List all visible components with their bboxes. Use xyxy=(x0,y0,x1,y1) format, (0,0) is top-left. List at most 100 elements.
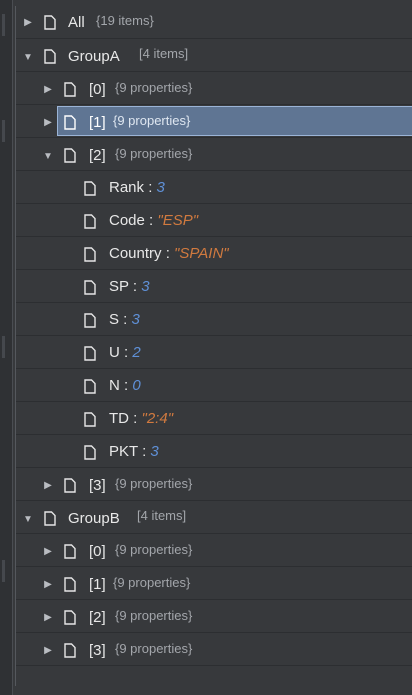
node-meta: {9 properties} xyxy=(113,113,191,128)
property-row-rank[interactable]: Rank : 3 xyxy=(16,171,412,204)
node-meta: {9 properties} xyxy=(115,80,193,95)
tree-row-groupa[interactable]: ▼ GroupA [4 items] xyxy=(16,39,412,72)
caret-right-icon[interactable]: ▶ xyxy=(22,16,34,28)
property-value: "SPAIN" xyxy=(174,245,229,262)
caret-down-icon[interactable]: ▼ xyxy=(42,150,54,162)
property-row-n[interactable]: N : 0 xyxy=(16,369,412,402)
node-meta: {9 properties} xyxy=(115,641,193,656)
selection-highlight xyxy=(57,106,412,136)
property-value: 2 xyxy=(132,344,141,361)
property-separator: : xyxy=(144,212,158,229)
document-icon xyxy=(84,181,96,196)
gutter-marker xyxy=(2,120,5,142)
caret-down-icon[interactable]: ▼ xyxy=(22,51,34,63)
caret-right-icon[interactable]: ▶ xyxy=(42,479,54,491)
document-icon xyxy=(44,511,56,526)
node-label: [1] xyxy=(89,576,106,593)
caret-right-icon[interactable]: ▶ xyxy=(42,611,54,623)
left-gutter xyxy=(0,0,13,695)
property-line: Code : "ESP" xyxy=(109,212,198,229)
property-line: Rank : 3 xyxy=(109,179,165,196)
property-separator: : xyxy=(129,410,142,427)
property-value: "ESP" xyxy=(157,212,199,229)
node-label: All xyxy=(68,14,85,31)
property-row-td[interactable]: TD : "2:4" xyxy=(16,402,412,435)
tree-row-groupa-0[interactable]: ▶ [0] {9 properties} xyxy=(16,72,412,105)
document-icon xyxy=(64,478,76,493)
node-meta: {9 properties} xyxy=(115,476,193,491)
document-icon xyxy=(84,313,96,328)
document-icon xyxy=(84,346,96,361)
tree-view-window: ▶ All {19 items} ▼ GroupA [4 items] ▶ [0… xyxy=(0,0,412,695)
property-line: N : 0 xyxy=(109,377,141,394)
tree-row-groupa-2[interactable]: ▼ [2] {9 properties} xyxy=(16,138,412,171)
gutter-marker xyxy=(2,14,5,36)
property-separator: : xyxy=(119,311,132,328)
property-value: "2:4" xyxy=(141,410,174,427)
tree-row-all[interactable]: ▶ All {19 items} xyxy=(16,6,412,39)
property-value: 3 xyxy=(150,443,159,460)
property-value: 3 xyxy=(131,311,140,328)
node-label: [3] xyxy=(89,642,106,659)
node-label: [1] xyxy=(89,114,106,131)
document-icon xyxy=(84,445,96,460)
json-tree: ▶ All {19 items} ▼ GroupA [4 items] ▶ [0… xyxy=(15,6,412,686)
tree-row-groupb[interactable]: ▼ GroupB [4 items] xyxy=(16,501,412,534)
document-icon xyxy=(44,49,56,64)
property-line: U : 2 xyxy=(109,344,141,361)
property-separator: : xyxy=(119,377,133,394)
tree-row-groupa-3[interactable]: ▶ [3] {9 properties} xyxy=(16,468,412,501)
node-label: [0] xyxy=(89,81,106,98)
property-row-country[interactable]: Country : "SPAIN" xyxy=(16,237,412,270)
property-row-pkt[interactable]: PKT : 3 xyxy=(16,435,412,468)
property-row-sp[interactable]: SP : 3 xyxy=(16,270,412,303)
tree-row-groupa-1[interactable]: ▶ [1] {9 properties} xyxy=(16,105,412,138)
document-icon xyxy=(44,15,56,30)
document-icon xyxy=(84,280,96,295)
property-row-u[interactable]: U : 2 xyxy=(16,336,412,369)
node-label: [3] xyxy=(89,477,106,494)
caret-right-icon[interactable]: ▶ xyxy=(42,644,54,656)
node-meta: {9 properties} xyxy=(113,575,191,590)
property-key: U xyxy=(109,344,120,361)
property-separator: : xyxy=(161,245,175,262)
property-line: SP : 3 xyxy=(109,278,150,295)
node-meta: [4 items] xyxy=(137,508,187,523)
property-value: 3 xyxy=(141,278,150,295)
document-icon xyxy=(64,82,76,97)
property-line: TD : "2:4" xyxy=(109,410,173,427)
document-icon xyxy=(64,544,76,559)
document-icon xyxy=(84,214,96,229)
property-row-s[interactable]: S : 3 xyxy=(16,303,412,336)
property-line: S : 3 xyxy=(109,311,140,328)
node-meta: {9 properties} xyxy=(115,608,193,623)
property-key: S xyxy=(109,311,120,328)
document-icon xyxy=(64,610,76,625)
caret-right-icon[interactable]: ▶ xyxy=(42,116,54,128)
node-meta: {9 properties} xyxy=(115,146,193,161)
property-row-code[interactable]: Code : "ESP" xyxy=(16,204,412,237)
tree-row-groupb-3[interactable]: ▶ [3] {9 properties} xyxy=(16,633,412,666)
property-value: 3 xyxy=(156,179,165,196)
document-icon xyxy=(64,577,76,592)
node-label: GroupB xyxy=(68,510,120,527)
tree-row-groupb-2[interactable]: ▶ [2] {9 properties} xyxy=(16,600,412,633)
property-key: Country xyxy=(109,245,162,262)
document-icon xyxy=(84,379,96,394)
tree-row-groupb-1[interactable]: ▶ [1] {9 properties} xyxy=(16,567,412,600)
property-separator: : xyxy=(119,344,133,361)
caret-right-icon[interactable]: ▶ xyxy=(42,545,54,557)
property-value: 0 xyxy=(132,377,141,394)
gutter-marker xyxy=(2,560,5,582)
document-icon xyxy=(64,148,76,163)
node-label: GroupA xyxy=(68,48,120,65)
tree-row-groupb-0[interactable]: ▶ [0] {9 properties} xyxy=(16,534,412,567)
caret-right-icon[interactable]: ▶ xyxy=(42,83,54,95)
node-meta: {19 items} xyxy=(96,13,154,28)
caret-right-icon[interactable]: ▶ xyxy=(42,578,54,590)
property-key: Code xyxy=(109,212,145,229)
caret-down-icon[interactable]: ▼ xyxy=(22,513,34,525)
property-separator: : xyxy=(128,278,142,295)
gutter-marker xyxy=(2,336,5,358)
property-key: SP xyxy=(109,278,129,295)
